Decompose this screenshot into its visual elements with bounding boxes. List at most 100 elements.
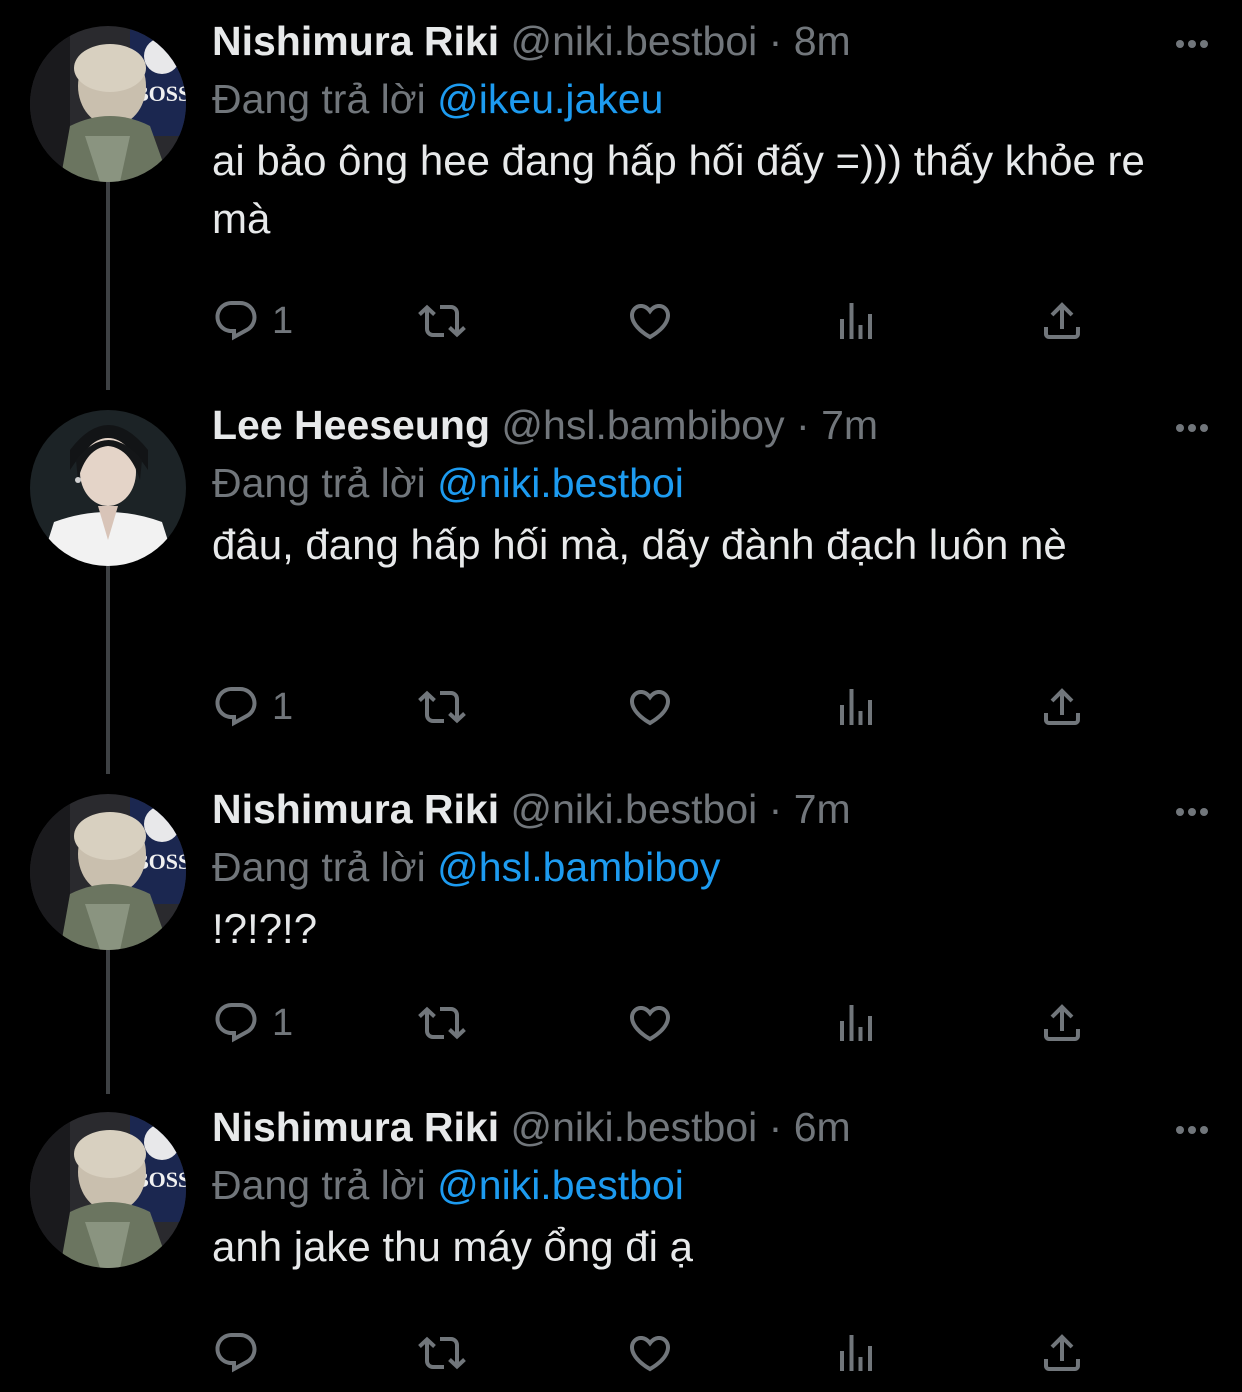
author-handle[interactable]: @niki.bestboi bbox=[511, 786, 758, 832]
analytics-button[interactable] bbox=[832, 1328, 880, 1378]
share-icon bbox=[1044, 302, 1080, 339]
share-button[interactable] bbox=[1038, 296, 1086, 346]
author-handle[interactable]: @hsl.bambiboy bbox=[501, 402, 784, 448]
reply-mention-link[interactable]: @hsl.bambiboy bbox=[437, 844, 720, 890]
reply-prefix: Đang trả lời bbox=[212, 76, 426, 122]
avatar-niki-image: BOSS bbox=[30, 26, 186, 182]
timestamp[interactable]: 6m bbox=[794, 1104, 851, 1150]
timestamp[interactable]: 8m bbox=[794, 18, 851, 64]
share-button[interactable] bbox=[1038, 998, 1086, 1048]
tweet-actions: 1 bbox=[212, 296, 1092, 346]
thread-connector bbox=[106, 946, 110, 1094]
retweet-button[interactable] bbox=[418, 1328, 466, 1378]
reply-context: Đang trả lời @niki.bestboi bbox=[212, 454, 1192, 512]
avatar[interactable] bbox=[30, 410, 186, 566]
analytics-icon bbox=[840, 1335, 872, 1371]
like-button[interactable] bbox=[626, 682, 674, 732]
reply-context: Đang trả lời @hsl.bambiboy bbox=[212, 838, 1192, 896]
separator-dot: · bbox=[768, 1104, 783, 1150]
reply-button[interactable]: 1 bbox=[212, 998, 293, 1048]
heart-icon bbox=[629, 1336, 671, 1372]
tweet-actions: 1 bbox=[212, 998, 1092, 1048]
tweet-content: Lee Heeseung @hsl.bambiboy · 7m Đang trả… bbox=[212, 396, 1192, 574]
heart-icon bbox=[629, 1006, 671, 1042]
tweet-text: ai bảo ông hee đang hấp hối đấy =))) thấ… bbox=[212, 137, 1145, 242]
share-icon bbox=[1044, 688, 1080, 725]
more-icon[interactable] bbox=[1172, 1110, 1212, 1150]
share-icon bbox=[1044, 1004, 1080, 1041]
author-handle[interactable]: @niki.bestboi bbox=[511, 18, 758, 64]
retweet-button[interactable] bbox=[418, 998, 466, 1048]
reply-prefix: Đang trả lời bbox=[212, 1162, 426, 1208]
avatar-heeseung-image bbox=[30, 410, 186, 566]
reply-mention-link[interactable]: @niki.bestboi bbox=[437, 1162, 684, 1208]
timestamp[interactable]: 7m bbox=[794, 786, 851, 832]
tweet-header: Nishimura Riki @niki.bestboi · 6m bbox=[212, 1098, 1192, 1156]
separator-dot: · bbox=[768, 786, 783, 832]
retweet-icon bbox=[418, 1006, 466, 1040]
tweet-text: !?!?!? bbox=[212, 905, 318, 952]
reply-count: 1 bbox=[272, 685, 294, 728]
tweet-content: Nishimura Riki @niki.bestboi · 7m Đang t… bbox=[212, 780, 1192, 958]
analytics-button[interactable] bbox=[832, 998, 880, 1048]
share-icon bbox=[1044, 1334, 1080, 1371]
analytics-icon bbox=[840, 1005, 872, 1041]
author-name[interactable]: Lee Heeseung bbox=[212, 402, 490, 448]
reply-icon bbox=[215, 1003, 257, 1043]
avatar[interactable]: BOSS bbox=[30, 794, 186, 950]
analytics-button[interactable] bbox=[832, 682, 880, 732]
avatar-niki-image: BOSS bbox=[30, 1112, 186, 1268]
reply-icon bbox=[215, 301, 257, 341]
avatar[interactable]: BOSS bbox=[30, 1112, 186, 1268]
reply-mention-link[interactable]: @ikeu.jakeu bbox=[437, 76, 663, 122]
retweet-button[interactable] bbox=[418, 682, 466, 732]
more-icon[interactable] bbox=[1172, 24, 1212, 64]
analytics-icon bbox=[840, 689, 872, 725]
tweet-text: anh jake thu máy ổng đi ạ bbox=[212, 1223, 693, 1270]
heart-icon bbox=[629, 690, 671, 726]
tweet-header: Nishimura Riki @niki.bestboi · 7m bbox=[212, 780, 1192, 838]
reply-count: 1 bbox=[272, 299, 294, 342]
reply-context: Đang trả lời @ikeu.jakeu bbox=[212, 70, 1192, 128]
more-icon[interactable] bbox=[1172, 792, 1212, 832]
tweet-header: Nishimura Riki @niki.bestboi · 8m bbox=[212, 12, 1192, 70]
thread-connector bbox=[106, 178, 110, 390]
tweet-actions: 1 bbox=[212, 682, 1092, 732]
author-name[interactable]: Nishimura Riki bbox=[212, 18, 499, 64]
retweet-icon bbox=[418, 304, 466, 338]
tweet-actions bbox=[212, 1328, 1092, 1378]
like-button[interactable] bbox=[626, 998, 674, 1048]
reply-icon bbox=[215, 1333, 257, 1373]
author-name[interactable]: Nishimura Riki bbox=[212, 1104, 499, 1150]
reply-button[interactable] bbox=[212, 1328, 272, 1378]
reply-prefix: Đang trả lời bbox=[212, 844, 426, 890]
reply-mention-link[interactable]: @niki.bestboi bbox=[437, 460, 684, 506]
reply-count: 1 bbox=[272, 1001, 294, 1044]
reply-icon bbox=[215, 687, 257, 727]
avatar[interactable]: BOSS bbox=[30, 26, 186, 182]
like-button[interactable] bbox=[626, 1328, 674, 1378]
separator-dot: · bbox=[796, 402, 810, 448]
tweet-content: Nishimura Riki @niki.bestboi · 6m Đang t… bbox=[212, 1098, 1192, 1276]
tweet-text: đâu, đang hấp hối mà, dãy đành đạch luôn… bbox=[212, 521, 1067, 568]
tweet-content: Nishimura Riki @niki.bestboi · 8m Đang t… bbox=[212, 12, 1192, 248]
share-button[interactable] bbox=[1038, 682, 1086, 732]
separator-dot: · bbox=[768, 18, 783, 64]
avatar-niki-image: BOSS bbox=[30, 794, 186, 950]
reply-button[interactable]: 1 bbox=[212, 296, 293, 346]
reply-prefix: Đang trả lời bbox=[212, 460, 426, 506]
more-icon[interactable] bbox=[1172, 408, 1212, 448]
retweet-icon bbox=[418, 1336, 466, 1370]
author-name[interactable]: Nishimura Riki bbox=[212, 786, 499, 832]
like-button[interactable] bbox=[626, 296, 674, 346]
analytics-button[interactable] bbox=[832, 296, 880, 346]
author-handle[interactable]: @niki.bestboi bbox=[511, 1104, 758, 1150]
thread-connector bbox=[106, 562, 110, 774]
retweet-button[interactable] bbox=[418, 296, 466, 346]
heart-icon bbox=[629, 304, 671, 340]
reply-button[interactable]: 1 bbox=[212, 682, 293, 732]
retweet-icon bbox=[418, 690, 466, 724]
reply-context: Đang trả lời @niki.bestboi bbox=[212, 1156, 1192, 1214]
share-button[interactable] bbox=[1038, 1328, 1086, 1378]
timestamp[interactable]: 7m bbox=[821, 402, 878, 448]
